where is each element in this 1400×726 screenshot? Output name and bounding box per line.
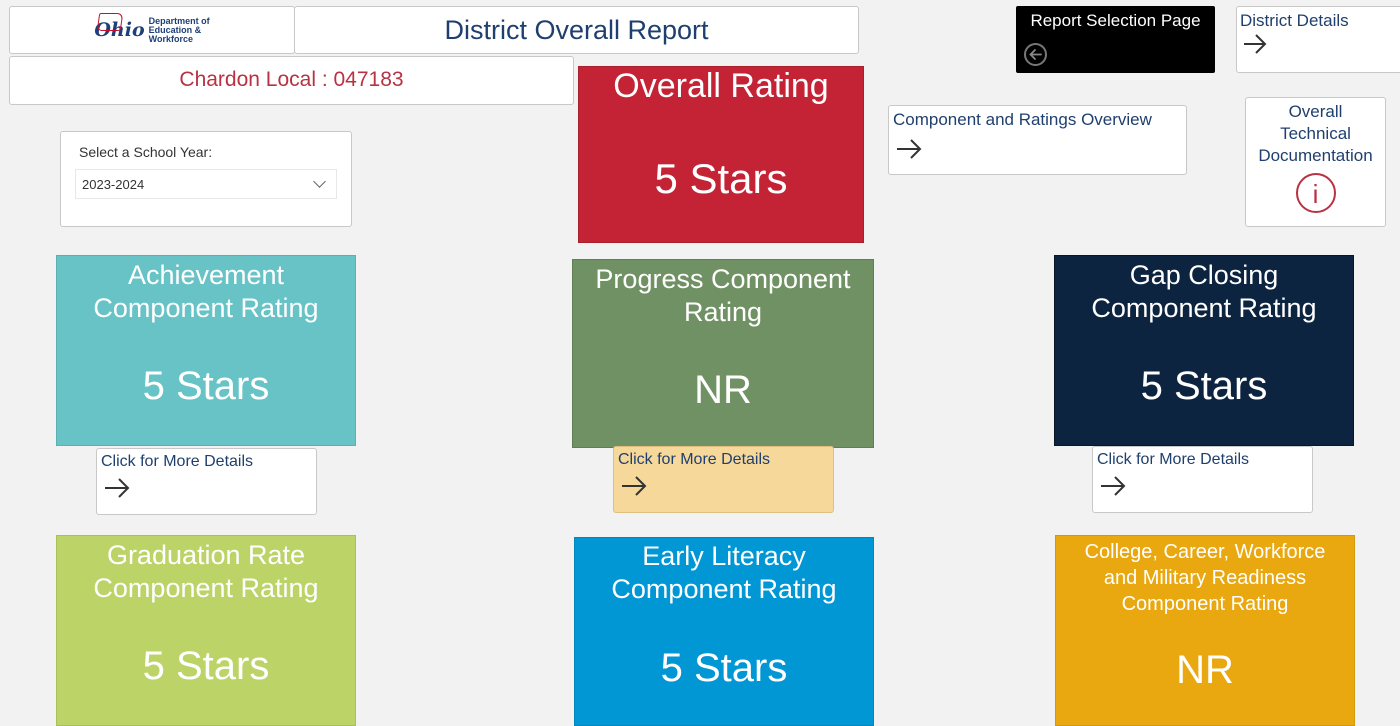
achievement-title: Achievement Component Rating [93,260,319,323]
district-details-button[interactable]: District Details [1236,6,1400,73]
district-details-label: District Details [1240,11,1349,30]
year-dropdown-value: 2023-2024 [82,176,145,192]
technical-documentation-button[interactable]: Overall Technical Documentation i [1245,97,1386,227]
overall-rating-tile: Overall Rating 5 Stars [578,66,864,243]
report-selection-label: Report Selection Page [1030,11,1201,30]
gap-closing-value: 5 Stars [1140,364,1268,408]
graduation-title: Graduation Rate Component Rating [93,540,319,603]
info-circle-icon: i [1295,173,1336,213]
gap-closing-rating-tile: Gap Closing Component Rating 5 Stars [1054,255,1354,446]
ccw-title: College, Career, Workforce and Military … [1084,541,1326,615]
graduation-rating-tile: Graduation Rate Component Rating 5 Stars [56,535,356,726]
early-literacy-title: Early Literacy Component Rating [611,541,837,604]
ccw-readiness-rating-tile: College, Career, Workforce and Military … [1055,535,1355,726]
year-selector-label: Select a School Year: [79,144,213,160]
arrow-right-icon [618,473,833,499]
arrow-right-icon [101,475,316,501]
gap-closing-title: Gap Closing Component Rating [1091,260,1317,323]
progress-details-button[interactable]: Click for More Details [613,446,834,513]
report-selection-button[interactable]: Report Selection Page [1016,6,1215,73]
details-label: Click for More Details [1097,451,1250,468]
year-dropdown[interactable]: 2023-2024 [75,169,337,199]
ohio-logo: Ohio Department of Education & Workforce [94,13,210,44]
ccw-value: NR [1176,648,1234,692]
achievement-rating-tile: Achievement Component Rating 5 Stars [56,255,356,446]
ohio-map-icon [97,13,124,31]
arrow-right-icon [893,136,1186,162]
arrow-right-icon [1097,473,1312,499]
year-selector: Select a School Year: 2023-2024 [60,131,352,227]
gap-closing-details-button[interactable]: Click for More Details [1092,446,1313,513]
district-name: Chardon Local : 047183 [9,56,574,105]
early-literacy-rating-tile: Early Literacy Component Rating 5 Stars [574,537,874,726]
progress-rating-tile: Progress Component Rating NR [572,259,874,448]
chevron-down-icon [313,175,326,188]
overall-rating-value: 5 Stars [654,155,788,202]
page-title: District Overall Report [294,6,859,54]
techdoc-line: Overall [1288,102,1343,121]
circle-arrow-left-icon [1024,43,1047,66]
ratings-overview-label: Component and Ratings Overview [893,110,1152,129]
techdoc-line: Documentation [1258,146,1373,165]
details-label: Click for More Details [101,453,254,470]
early-literacy-value: 5 Stars [660,646,788,690]
achievement-details-button[interactable]: Click for More Details [96,448,317,515]
achievement-value: 5 Stars [142,364,270,408]
ohio-script: Ohio [94,13,145,41]
graduation-value: 5 Stars [142,644,270,688]
details-label: Click for More Details [618,451,771,468]
arrow-right-icon [1240,31,1400,57]
progress-value: NR [694,368,752,412]
progress-title: Progress Component Rating [595,264,851,327]
logo-line: Workforce [148,33,193,44]
overall-rating-title: Overall Rating [613,67,829,105]
techdoc-line: Technical [1280,124,1351,143]
logo-text: Department of Education & Workforce [148,16,210,44]
logo-box: Ohio Department of Education & Workforce [9,6,295,54]
ratings-overview-button[interactable]: Component and Ratings Overview [888,105,1187,175]
